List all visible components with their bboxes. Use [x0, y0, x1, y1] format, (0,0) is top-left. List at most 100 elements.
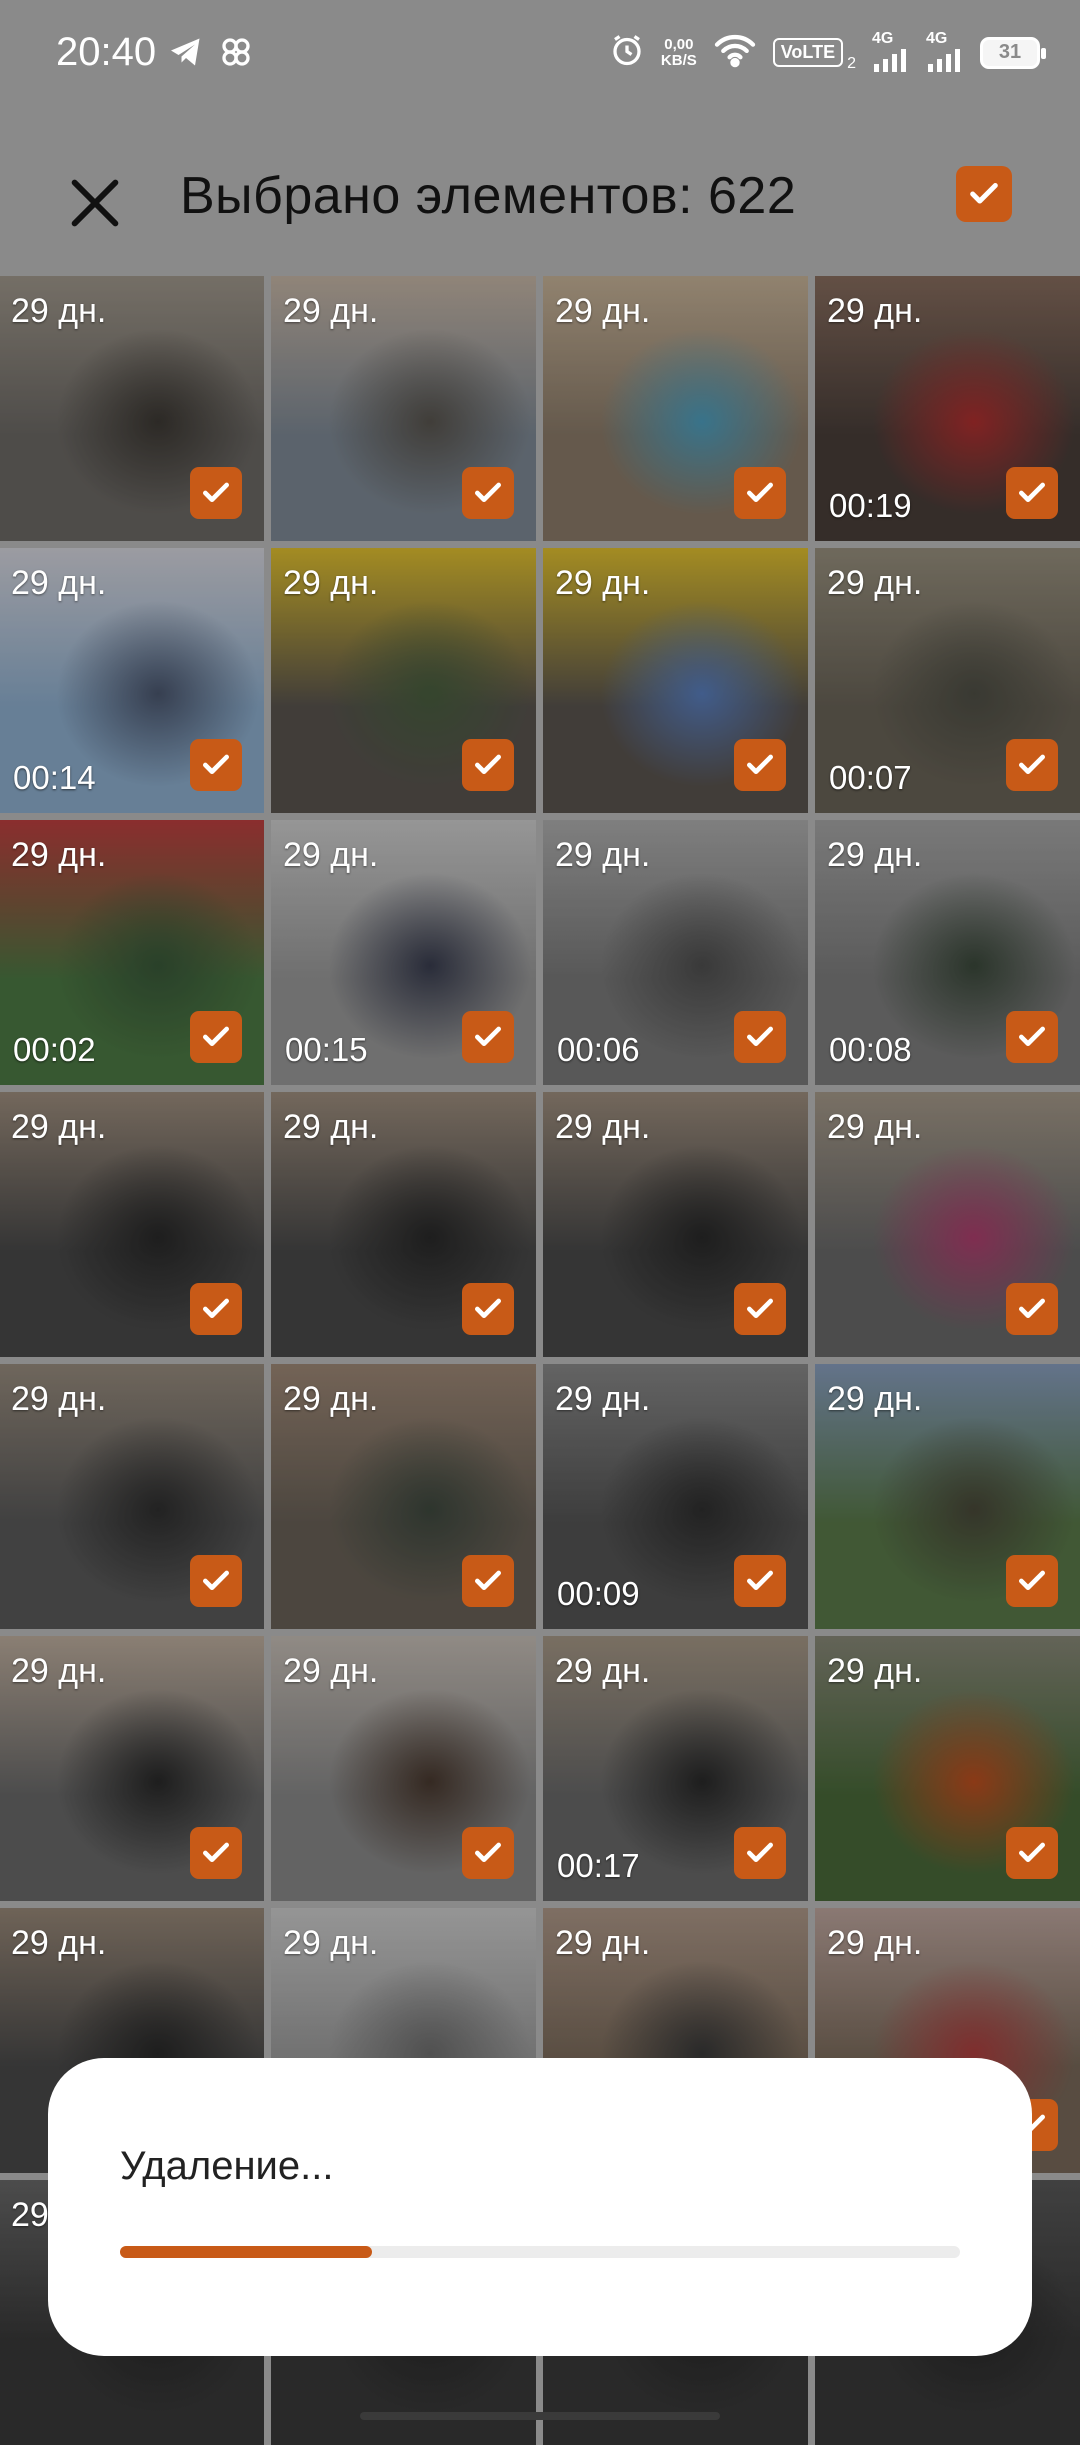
tile-date: 29 дн. — [11, 1924, 107, 1962]
media-tile[interactable]: 29 дн. — [271, 276, 536, 541]
tile-checkbox[interactable] — [462, 1011, 514, 1063]
tile-checkbox[interactable] — [190, 1827, 242, 1879]
tile-checkbox[interactable] — [734, 739, 786, 791]
telegram-icon — [168, 34, 204, 75]
tile-date: 29 дн. — [555, 1924, 651, 1962]
pinwheel-icon — [218, 34, 254, 75]
tile-date: 29 дн. — [283, 564, 379, 602]
tile-date: 29 дн. — [827, 292, 923, 330]
tile-checkbox[interactable] — [734, 1283, 786, 1335]
progress-bar — [120, 2246, 960, 2258]
media-tile[interactable]: 29 дн. 00:02 — [0, 820, 264, 1085]
video-duration: 00:09 — [557, 1575, 640, 1612]
tile-date: 29 дн. — [283, 836, 379, 874]
tile-checkbox[interactable] — [190, 467, 242, 519]
media-tile[interactable]: 29 дн. 00:06 — [543, 820, 808, 1085]
media-tile[interactable]: 29 дн. 00:14 — [0, 548, 264, 813]
media-tile[interactable]: 29 дн. — [271, 1364, 536, 1629]
media-tile[interactable]: 29 дн. — [271, 1636, 536, 1901]
tile-checkbox[interactable] — [190, 1011, 242, 1063]
tile-date: 29 дн. — [555, 1652, 651, 1690]
media-tile[interactable]: 29 дн. 00:17 — [543, 1636, 808, 1901]
video-duration: 00:08 — [829, 1031, 912, 1068]
navigation-handle[interactable] — [360, 2412, 720, 2420]
tile-checkbox[interactable] — [190, 1555, 242, 1607]
tile-checkbox[interactable] — [462, 1283, 514, 1335]
tile-date: 29 дн. — [11, 1652, 107, 1690]
wifi-icon — [713, 32, 757, 73]
net-speed: 0,00 KB/S — [660, 35, 697, 69]
dialog-message: Удаление... — [120, 2144, 334, 2188]
tile-date: 29 дн. — [555, 1380, 651, 1418]
tile-checkbox[interactable] — [462, 1827, 514, 1879]
tile-date: 29 дн. — [827, 1108, 923, 1146]
tile-date: 29 дн. — [827, 564, 923, 602]
media-tile[interactable]: 29 дн. — [271, 1092, 536, 1357]
tile-checkbox[interactable] — [1006, 1555, 1058, 1607]
tile-date: 29 дн. — [827, 1380, 923, 1418]
media-tile[interactable]: 29 дн. 00:19 — [815, 276, 1080, 541]
status-bar: 20:40 0,00 KB/S VoLTE 2 4G 4G 31 — [0, 0, 1080, 118]
video-duration: 00:14 — [13, 759, 96, 796]
media-tile[interactable]: 29 дн. — [0, 1364, 264, 1629]
tile-date: 29 дн. — [555, 564, 651, 602]
tile-checkbox[interactable] — [462, 467, 514, 519]
select-all-checkbox[interactable] — [956, 166, 1012, 222]
tile-date: 29 дн. — [11, 1380, 107, 1418]
media-tile[interactable]: 29 дн. 00:07 — [815, 548, 1080, 813]
selection-action-bar: Выбрано элементов: 622 — [0, 118, 1080, 276]
tile-date: 29 дн. — [283, 292, 379, 330]
media-tile[interactable]: 29 дн. 00:08 — [815, 820, 1080, 1085]
media-tile[interactable]: 29 дн. — [815, 1364, 1080, 1629]
media-tile[interactable]: 29 дн. — [0, 276, 264, 541]
progress-fill — [120, 2246, 372, 2258]
tile-date: 29 дн. — [827, 1652, 923, 1690]
tile-date: 29 дн. — [11, 1108, 107, 1146]
status-time: 20:40 — [56, 30, 157, 74]
tile-checkbox[interactable] — [190, 1283, 242, 1335]
volte-badge: VoLTE — [772, 38, 844, 67]
close-icon[interactable] — [60, 168, 130, 238]
tile-date: 29 дн. — [555, 836, 651, 874]
tile-date: 29 дн. — [11, 292, 107, 330]
tile-checkbox[interactable] — [1006, 1011, 1058, 1063]
tile-checkbox[interactable] — [1006, 467, 1058, 519]
media-tile[interactable]: 29 дн. — [0, 1092, 264, 1357]
video-duration: 00:07 — [829, 759, 912, 796]
tile-checkbox[interactable] — [734, 467, 786, 519]
page-title: Выбрано элементов: 622 — [180, 167, 797, 225]
video-duration: 00:06 — [557, 1031, 640, 1068]
media-tile[interactable]: 29 дн. — [543, 1092, 808, 1357]
tile-checkbox[interactable] — [462, 739, 514, 791]
tile-date: 29 дн. — [11, 564, 107, 602]
tile-checkbox[interactable] — [1006, 1283, 1058, 1335]
signal-icon: 4G — [926, 30, 964, 72]
tile-date: 29 дн. — [283, 1108, 379, 1146]
media-tile[interactable]: 29 дн. — [815, 1636, 1080, 1901]
media-tile[interactable]: 29 дн. — [543, 276, 808, 541]
tile-checkbox[interactable] — [734, 1555, 786, 1607]
tile-checkbox[interactable] — [462, 1555, 514, 1607]
video-duration: 00:19 — [829, 487, 912, 524]
tile-checkbox[interactable] — [190, 739, 242, 791]
tile-checkbox[interactable] — [734, 1011, 786, 1063]
media-tile[interactable]: 29 дн. — [0, 1636, 264, 1901]
alarm-icon — [609, 32, 645, 73]
tile-date: 29 дн. — [827, 836, 923, 874]
media-tile[interactable]: 29 дн. 00:15 — [271, 820, 536, 1085]
tile-date: 29 дн. — [283, 1924, 379, 1962]
video-duration: 00:02 — [13, 1031, 96, 1068]
battery-icon: 31 — [980, 36, 1046, 69]
tile-date: 29 дн. — [11, 836, 107, 874]
tile-checkbox[interactable] — [734, 1827, 786, 1879]
tile-checkbox[interactable] — [1006, 739, 1058, 791]
media-tile[interactable]: 29 дн. — [543, 548, 808, 813]
progress-dialog: Удаление... — [48, 2058, 1032, 2356]
video-duration: 00:15 — [285, 1031, 368, 1068]
media-tile[interactable]: 29 дн. — [271, 548, 536, 813]
media-tile[interactable]: 29 дн. — [815, 1092, 1080, 1357]
tile-checkbox[interactable] — [1006, 1827, 1058, 1879]
media-tile[interactable]: 29 дн. 00:09 — [543, 1364, 808, 1629]
tile-date: 29 дн. — [283, 1652, 379, 1690]
tile-date: 29 дн. — [555, 1108, 651, 1146]
